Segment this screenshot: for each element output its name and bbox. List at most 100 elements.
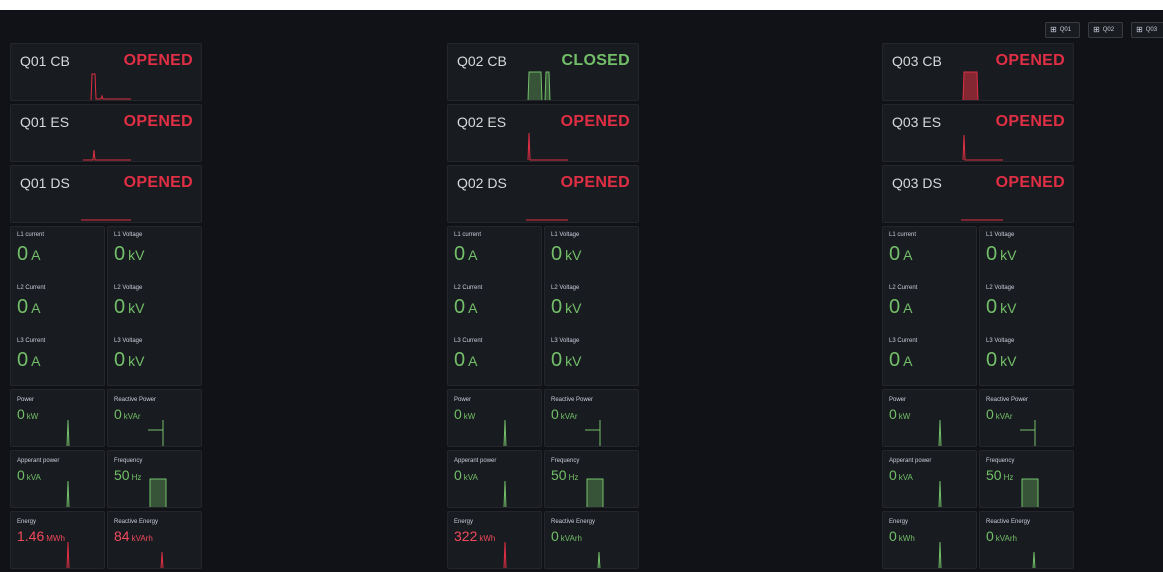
metric-value: 0 kVArh [551,528,582,544]
status-title: Q02 DS [457,175,507,191]
status-panel[interactable]: Q01 DS OPENED [10,165,202,223]
metric-panel[interactable]: Apperant power 0 kVA [882,450,977,508]
metric-panel[interactable]: Power 0 kW [447,389,542,447]
status-panel[interactable]: Q02 ES OPENED [447,104,639,162]
metric-panel[interactable]: Reactive Energy 84 kVArh [107,511,202,569]
measurement-label: L2 Current [889,285,918,291]
metric-unit: kW [898,412,911,421]
metric-panel[interactable]: Power 0 kW [882,389,977,447]
measurement-unit: A [468,353,478,369]
measurement-value: 0 kV [986,243,1016,266]
metric-label: Energy [17,519,37,525]
measurement-label: L1 Voltage [986,232,1015,238]
metric-panel[interactable]: Energy 322 kWh [447,511,542,569]
measurement-unit: kV [565,300,582,316]
measurement-unit: kV [565,353,582,369]
measurement-value: 0 kV [114,243,144,266]
measurement-panel[interactable]: L1 Voltage 0 kV L2 Voltage 0 kV L3 Voltage 0 kV [107,226,202,386]
measurement-unit: A [31,300,41,316]
measurement-value: 0A [889,296,912,319]
measurement-label: L2 Voltage [986,285,1015,291]
grid-icon: ⊞ [1136,25,1143,34]
metric-panel[interactable]: Power 0 kW [10,389,105,447]
measurement-unit: kV [1000,353,1017,369]
measurement-panel[interactable]: L1 Voltage 0 kV L2 Voltage 0 kV L3 Voltage 0 kV [544,226,639,386]
measurement-number: 0 [551,349,563,371]
status-panel[interactable]: Q02 DS OPENED [447,165,639,223]
nav-button-q03[interactable]: ⊞ Q03 [1131,22,1163,38]
metric-label: Power [454,397,472,403]
status-panel[interactable]: Q03 DS OPENED [882,165,1074,223]
metric-panel[interactable]: Frequency 50 Hz [544,450,639,508]
measurement-number: 0 [889,243,901,265]
status-title: Q03 CB [892,53,942,69]
nav-button-q02[interactable]: ⊞ Q02 [1088,22,1123,38]
metric-number: 322 [454,528,478,544]
metric-value: 0 kVAr [551,406,578,422]
measurement-unit: kV [128,300,145,316]
metric-panel[interactable]: Apperant power 0 kVA [447,450,542,508]
metric-label: Reactive Power [986,397,1029,403]
measurement-panel[interactable]: L1 current 0 A L2 Current 0 A L3 Current 0 A [10,226,105,386]
metric-unit: kW [26,412,39,421]
measurement-number: 0 [986,243,998,265]
sparkline-path [962,71,979,100]
measurement-panel[interactable]: L1 current 0 A L2 Current 0 A L3 Current 0 A [447,226,542,386]
metric-value: 0 kVAr [114,406,141,422]
status-title: Q02 CB [457,53,507,69]
nav-button-label: Q03 [1145,27,1158,33]
sparkline-path [962,134,1003,161]
sparkline-path [586,478,604,507]
metric-value: 322 kWh [454,528,495,544]
metric-unit: kVAr [560,412,578,421]
metric-value: 50 Hz [986,467,1013,483]
metric-panel[interactable]: Apperant power 0 kVA [10,450,105,508]
measurement-value: 0A [889,349,912,372]
status-title: Q02 ES [457,114,507,130]
measurement-unit: A [468,247,478,263]
sparkline-path [938,541,942,568]
status-panel[interactable]: Q02 CB CLOSED [447,43,639,101]
metric-number: 50 [551,467,567,483]
nav-button-label: Q02 [1102,27,1115,33]
metric-panel[interactable]: Reactive Power 0 kVAr [107,389,202,447]
sparkline-path [1032,551,1036,568]
measurement-number: 0 [17,243,29,265]
metric-unit: kW [463,412,476,421]
nav-button-q01[interactable]: ⊞ Q01 [1045,22,1080,38]
measurement-value: 0 kV [114,349,144,372]
status-value: OPENED [123,174,193,191]
measurement-label: L1 current [889,232,917,238]
metric-number: 0 [551,528,559,544]
status-panel[interactable]: Q03 ES OPENED [882,104,1074,162]
status-title: Q01 DS [20,175,70,191]
status-title: Q01 ES [20,114,70,130]
metric-number: 0 [114,406,122,422]
metric-panel[interactable]: Frequency 50 Hz [107,450,202,508]
measurement-panel[interactable]: L1 current 0 A L2 Current 0 A L3 Current 0 A [882,226,977,386]
measurement-panel[interactable]: L1 Voltage 0 kV L2 Voltage 0 kV L3 Voltage 0 kV [979,226,1074,386]
status-title: Q01 CB [20,53,70,69]
measurement-label: L1 Voltage [114,232,143,238]
measurement-label: L2 Voltage [114,285,143,291]
measurement-number: 0 [889,349,901,371]
metric-panel[interactable]: Reactive Energy 0 kVArh [544,511,639,569]
status-panel[interactable]: Q01 ES OPENED [10,104,202,162]
metric-number: 0 [17,406,25,422]
measurement-unit: A [903,353,913,369]
metric-panel[interactable]: Frequency 50 Hz [979,450,1074,508]
metric-unit: kVAr [995,412,1013,421]
metric-panel[interactable]: Reactive Power 0 kVAr [544,389,639,447]
metric-panel[interactable]: Energy 0 kWh [882,511,977,569]
metric-panel[interactable]: Energy 1.46 MWh [10,511,105,569]
measurement-value: 0A [17,296,40,319]
metric-panel[interactable]: Reactive Energy 0 kVArh [979,511,1074,569]
sparkline-path [585,420,601,446]
sparkline-path [66,541,70,568]
status-panel[interactable]: Q03 CB OPENED [882,43,1074,101]
metric-number: 1.46 [17,528,45,544]
measurement-value: 0 kV [114,296,144,319]
measurement-value: 0A [17,243,40,266]
metric-panel[interactable]: Reactive Power 0 kVAr [979,389,1074,447]
status-panel[interactable]: Q01 CB OPENED [10,43,202,101]
